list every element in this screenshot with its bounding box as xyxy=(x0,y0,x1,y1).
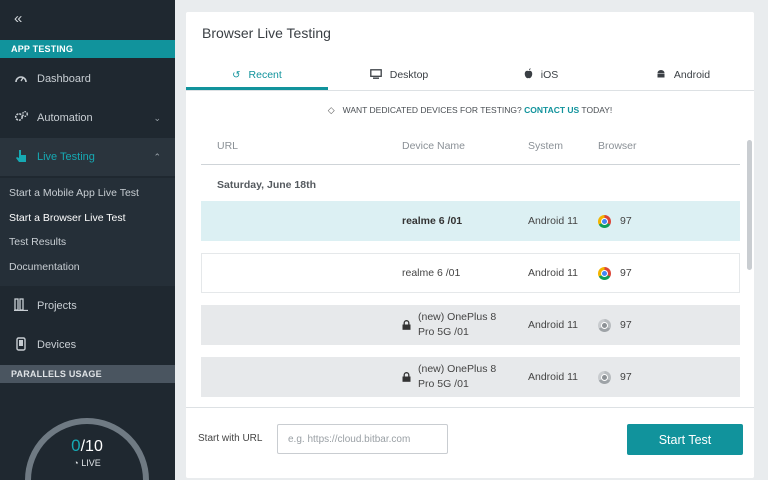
hand-pointer-icon xyxy=(12,149,30,166)
chevron-up-icon: ⌃ xyxy=(153,151,161,162)
dedicated-devices-promo: ◇ WANT DEDICATED DEVICES FOR TESTING? CON… xyxy=(186,105,754,116)
row-system: Android 11 xyxy=(528,319,579,331)
sidebar-item-label: Projects xyxy=(37,300,77,312)
dashboard-icon xyxy=(12,72,30,87)
gauge-used: 0 xyxy=(71,436,81,455)
promo-text: WANT DEDICATED DEVICES FOR TESTING? xyxy=(342,105,525,115)
sidebar-item-label: Live Testing xyxy=(37,151,95,163)
sidebar: « APP TESTING Dashboard Automation ⌄ Liv… xyxy=(0,0,175,480)
submenu-browser-live-test[interactable]: Start a Browser Live Test xyxy=(9,212,126,224)
sidebar-item-label: Automation xyxy=(37,112,93,124)
row-browser-version: 97 xyxy=(620,371,632,383)
tab-ios[interactable]: iOS xyxy=(470,60,612,90)
sidebar-item-devices[interactable]: Devices xyxy=(0,326,175,364)
collapse-sidebar-icon[interactable]: « xyxy=(14,10,22,27)
row-device-name: realme 6 /01 xyxy=(402,267,461,279)
row-device-name-line2: Pro 5G /01 xyxy=(418,326,469,338)
tab-label: Desktop xyxy=(389,69,429,81)
row-system: Android 11 xyxy=(528,371,579,383)
apple-icon xyxy=(524,68,533,82)
row-device-name: (new) OnePlus 8 xyxy=(418,363,497,375)
table-row[interactable]: (new) OnePlus 8 Pro 5G /01 Android 11 97 xyxy=(201,357,740,397)
row-browser-version: 97 xyxy=(620,215,632,227)
monitor-icon xyxy=(369,68,382,82)
chrome-icon xyxy=(598,267,611,280)
projects-icon xyxy=(12,298,30,314)
start-with-url-label: Start with URL xyxy=(198,433,263,444)
row-device-name: (new) OnePlus 8 xyxy=(418,311,497,323)
chrome-icon xyxy=(598,215,611,228)
start-test-button[interactable]: Start Test xyxy=(627,424,743,455)
row-browser-version: 97 xyxy=(620,267,632,279)
lock-icon xyxy=(402,372,411,384)
column-header-url: URL xyxy=(217,140,239,152)
column-header-browser: Browser xyxy=(598,140,637,152)
tab-desktop[interactable]: Desktop xyxy=(328,60,470,90)
table-scrollbar[interactable] xyxy=(747,140,752,270)
table-row[interactable]: realme 6 /01 Android 11 97 xyxy=(201,253,740,293)
row-browser-version: 97 xyxy=(620,319,632,331)
tab-label: Recent xyxy=(248,69,282,81)
row-device-name: realme 6 /01 xyxy=(402,215,463,227)
live-icon: ◔ xyxy=(73,458,79,468)
live-text: LIVE xyxy=(81,458,101,468)
table-header-divider xyxy=(201,164,740,165)
device-icon xyxy=(12,336,30,354)
sidebar-item-projects[interactable]: Projects xyxy=(0,287,175,325)
parallels-gauge: 0/10 ◔ LIVE xyxy=(22,398,152,480)
android-icon xyxy=(656,69,666,82)
parallels-usage-header: PARALLELS USAGE xyxy=(0,365,175,383)
page-title: Browser Live Testing xyxy=(202,25,331,41)
row-system: Android 11 xyxy=(528,267,579,279)
live-testing-submenu: Start a Mobile App Live Test Start a Bro… xyxy=(0,178,175,286)
gauge-count: 0/10 xyxy=(22,436,152,456)
row-device-name-line2: Pro 5G /01 xyxy=(418,378,469,390)
row-system: Android 11 xyxy=(528,215,579,227)
submenu-mobile-app-live-test[interactable]: Start a Mobile App Live Test xyxy=(9,187,139,199)
sidebar-item-label: Dashboard xyxy=(37,73,91,85)
tab-android[interactable]: Android xyxy=(612,60,754,90)
chevron-down-icon: ⌄ xyxy=(153,112,161,123)
tabs-divider xyxy=(186,90,754,91)
browser-live-testing-panel: Browser Live Testing ↺ Recent Desktop iO… xyxy=(186,12,754,478)
lock-icon xyxy=(402,320,411,332)
gauge-total: /10 xyxy=(80,438,103,455)
history-icon: ↺ xyxy=(232,69,241,81)
tab-label: iOS xyxy=(540,69,559,81)
table-row[interactable]: realme 6 /01 Android 11 97 xyxy=(201,201,740,241)
start-url-input[interactable] xyxy=(277,424,448,454)
tab-label: Android xyxy=(673,69,711,81)
table-row[interactable]: (new) OnePlus 8 Pro 5G /01 Android 11 97 xyxy=(201,305,740,345)
diamond-icon: ◇ xyxy=(327,105,335,115)
column-header-device-name: Device Name xyxy=(402,140,466,152)
submenu-documentation[interactable]: Documentation xyxy=(9,261,80,273)
column-header-system: System xyxy=(528,140,564,152)
app-testing-header: APP TESTING xyxy=(0,40,175,58)
footer-divider xyxy=(186,407,754,408)
contact-us-link[interactable]: CONTACT US xyxy=(524,105,579,115)
gears-icon xyxy=(12,110,30,126)
date-group-label: Saturday, June 18th xyxy=(217,179,317,191)
sidebar-item-label: Devices xyxy=(37,339,77,351)
sidebar-item-live-testing[interactable]: Live Testing ⌃ xyxy=(0,138,175,176)
promo-suffix: TODAY! xyxy=(579,105,613,115)
tab-recent[interactable]: ↺ Recent xyxy=(186,60,328,90)
submenu-test-results[interactable]: Test Results xyxy=(9,236,66,248)
chrome-icon xyxy=(598,371,611,384)
sidebar-item-dashboard[interactable]: Dashboard xyxy=(0,60,175,98)
gauge-live-label: ◔ LIVE xyxy=(22,458,152,468)
sidebar-item-automation[interactable]: Automation ⌄ xyxy=(0,99,175,137)
chrome-icon xyxy=(598,319,611,332)
